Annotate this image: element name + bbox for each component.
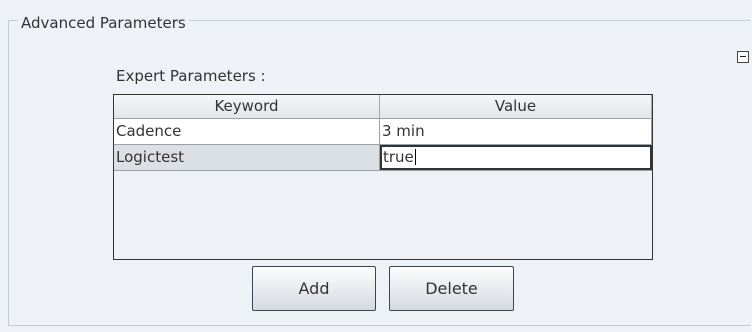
value-cell-editor[interactable]: true: [380, 145, 652, 170]
table-row[interactable]: Cadence 3 min: [114, 119, 652, 145]
advanced-parameters-panel: Advanced Parameters Expert Parameters : …: [0, 0, 752, 332]
table-row[interactable]: Logictest true: [114, 145, 652, 171]
column-header-keyword[interactable]: Keyword: [114, 95, 380, 118]
value-cell[interactable]: 3 min: [380, 119, 652, 144]
text-caret: [414, 149, 416, 165]
collapse-icon[interactable]: [737, 51, 749, 63]
value-cell-editor-text: true: [383, 148, 414, 166]
group-title: Advanced Parameters: [18, 13, 189, 33]
table-header: Keyword Value: [114, 95, 652, 119]
keyword-cell[interactable]: Logictest: [114, 145, 380, 170]
add-button[interactable]: Add: [252, 266, 376, 311]
column-header-value[interactable]: Value: [380, 95, 652, 118]
keyword-cell[interactable]: Cadence: [114, 119, 380, 144]
delete-button[interactable]: Delete: [389, 266, 514, 311]
parameters-table: Keyword Value Cadence 3 min Logictest tr…: [113, 94, 653, 260]
expert-parameters-label: Expert Parameters :: [116, 67, 266, 85]
